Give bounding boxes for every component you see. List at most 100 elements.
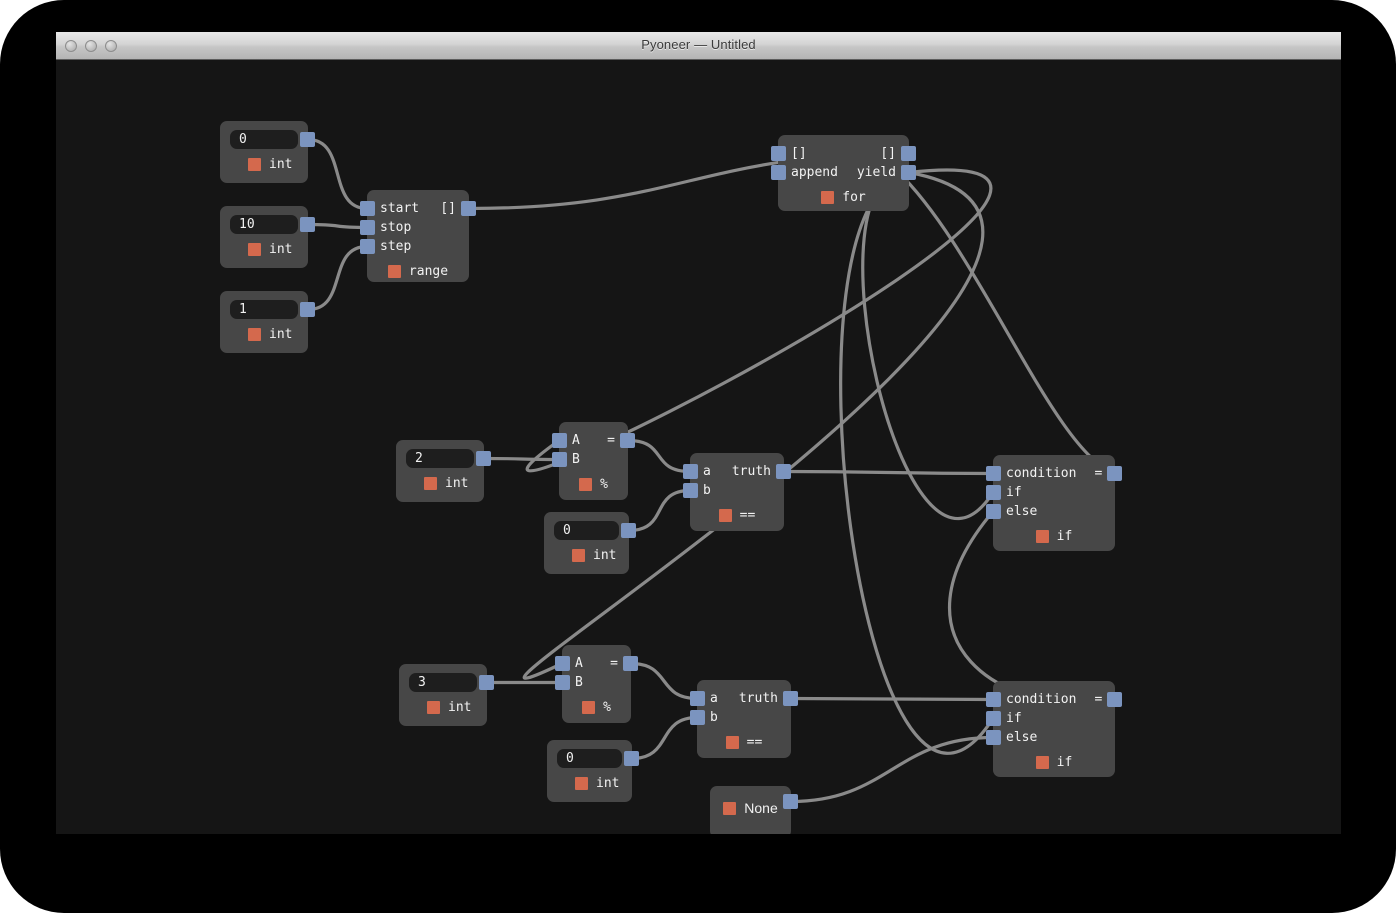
node-int_0_b[interactable]: 0 int [544,512,636,574]
value-field[interactable]: 3 [409,673,477,692]
type-swatch-icon [427,701,440,714]
node-kind-label: int [269,242,293,257]
node-kind-label: == [746,735,763,750]
value-text: 3 [418,675,426,690]
value-field[interactable]: 0 [557,749,622,768]
input-label: step [380,239,412,254]
wire [306,222,369,230]
output-port-truth[interactable] [783,691,798,706]
node-int_1[interactable]: 1 int [220,291,315,353]
input-port-else[interactable] [986,504,1001,519]
type-swatch-icon [248,243,261,256]
input-port-b[interactable] [690,710,705,725]
input-port-step[interactable] [360,239,375,254]
node-int_0_a[interactable]: 0 int [220,121,315,183]
input-port-condition[interactable] [986,692,1001,707]
node-kind-label: int [593,548,617,563]
node-mod_1[interactable]: A = B% [552,422,635,500]
input-port-[][interactable] [771,146,786,161]
window-title: Pyoneer — Untitled [641,37,756,52]
output-port[interactable] [300,302,315,317]
input-port-stop[interactable] [360,220,375,235]
value-field[interactable]: 2 [406,449,474,468]
node-eq_1[interactable]: a truth b == [683,453,791,532]
node-none[interactable]: None [710,786,798,834]
node-mod_2[interactable]: A = B% [555,645,638,724]
input-port-A[interactable] [555,656,570,671]
value-field[interactable]: 0 [230,130,298,149]
node-range[interactable]: start [] stop step range [360,190,476,282]
input-port-b[interactable] [683,483,698,498]
node-kind-label: int [596,776,620,791]
port-row: else [986,502,1115,521]
input-port-a[interactable] [690,691,705,706]
node-if_2[interactable]: condition = if else if [986,681,1122,777]
output-port[interactable] [300,132,315,147]
type-swatch-icon [582,701,596,714]
port-rows: condition = if else [986,455,1122,521]
node-type-footer: int [399,700,487,724]
node-type-footer: == [690,508,784,532]
port-rows: A = B [552,422,635,469]
port-row: condition = [986,464,1122,483]
node-int_10[interactable]: 10 int [220,206,315,268]
node-kind-label: == [739,508,756,523]
output-port[interactable] [621,523,636,538]
input-port-a[interactable] [683,464,698,479]
value-field[interactable]: 10 [230,215,298,234]
node-type-footer: % [562,700,631,724]
output-port[interactable] [479,675,494,690]
node-graph-canvas[interactable]: 0 int 10 int 1 int start [] stop step range [] [] app… [56,60,1341,834]
input-port-condition[interactable] [986,466,1001,481]
input-port-B[interactable] [555,675,570,690]
type-swatch-icon [248,328,261,341]
output-label: = [610,656,618,671]
node-kind-label: int [269,327,293,342]
input-port-append[interactable] [771,165,786,180]
node-int_3[interactable]: 3 int [399,664,494,726]
output-port[interactable] [300,217,315,232]
input-label: a [710,691,718,706]
output-port-truth[interactable] [776,464,791,479]
window-titlebar[interactable]: Pyoneer — Untitled [56,32,1341,60]
input-port-else[interactable] [986,730,1001,745]
input-label: append [791,165,838,180]
type-swatch-icon [723,801,737,815]
output-port-yield[interactable] [901,165,916,180]
input-port-if[interactable] [986,711,1001,726]
input-label: else [1006,730,1038,745]
value-field[interactable]: 0 [554,521,619,540]
output-port[interactable] [783,794,798,809]
output-port-=[interactable] [620,433,635,448]
port-row: A = [555,654,638,673]
type-swatch-icon [248,158,261,171]
output-port-=[interactable] [623,656,638,671]
node-for[interactable]: [] [] append yield for [771,135,916,211]
node-int_0_c[interactable]: 0 int [547,740,639,802]
port-row: b [690,708,791,727]
wire [789,696,995,702]
input-label: A [572,433,580,448]
node-type-footer: == [697,735,791,759]
output-port-[][interactable] [901,146,916,161]
port-row: step [360,237,469,256]
output-port[interactable] [476,451,491,466]
output-port-=[interactable] [1107,692,1122,707]
node-int_2[interactable]: 2 int [396,440,491,502]
wire [627,488,692,533]
type-swatch-icon [1035,530,1049,543]
input-port-if[interactable] [986,485,1001,500]
node-eq_2[interactable]: a truth b == [690,680,798,759]
wire [630,715,699,761]
output-port-[][interactable] [461,201,476,216]
type-swatch-icon [572,549,585,562]
node-if_1[interactable]: condition = if else if [986,455,1122,551]
output-port-=[interactable] [1107,466,1122,481]
input-port-start[interactable] [360,201,375,216]
output-port[interactable] [624,751,639,766]
input-port-B[interactable] [552,452,567,467]
wire [626,438,692,474]
port-rows: [] [] append yield [771,135,916,182]
input-port-A[interactable] [552,433,567,448]
value-field[interactable]: 1 [230,300,298,319]
